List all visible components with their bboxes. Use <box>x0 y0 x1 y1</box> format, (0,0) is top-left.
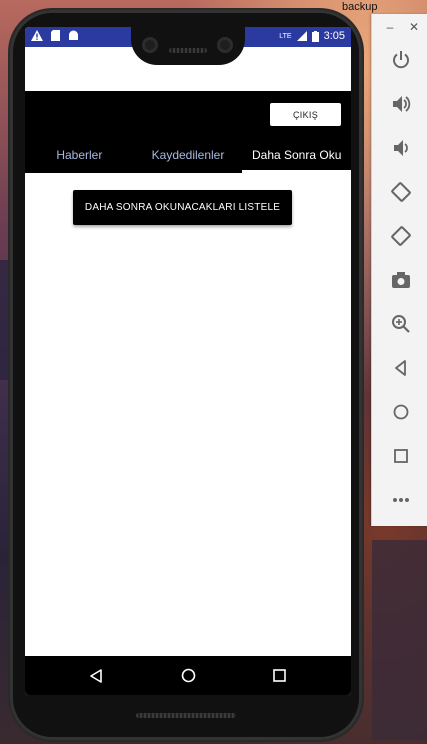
exit-button[interactable]: ÇIKIŞ <box>270 103 341 126</box>
nav-back-button[interactable] <box>66 656 126 695</box>
list-read-later-button[interactable]: DAHA SONRA OKUNACAKLARI LISTELE <box>73 190 292 225</box>
volume-down-button[interactable] <box>390 137 412 159</box>
clock: 3:05 <box>323 30 345 42</box>
recents-icon <box>272 669 286 682</box>
app-screen: LTE 3:05 ÇIKIŞ Haberler Kaydedilenler Da… <box>25 27 351 695</box>
home-icon <box>393 404 409 420</box>
back-icon <box>90 668 102 683</box>
minimize-button[interactable]: – <box>382 20 398 34</box>
nav-recents-button[interactable] <box>249 656 309 695</box>
signal-icon <box>296 31 307 41</box>
earpiece-speaker <box>169 48 207 53</box>
emulator-toolbar: – ✕ <box>371 14 427 526</box>
home-icon <box>181 668 195 683</box>
rotate-left-button[interactable] <box>390 181 412 203</box>
back-icon <box>395 360 406 376</box>
android-nav-bar <box>25 656 351 695</box>
emulator-window-controls: – ✕ <box>372 20 427 36</box>
front-camera <box>142 37 158 53</box>
front-camera-2 <box>217 37 233 53</box>
android-icon <box>69 30 78 40</box>
power-button[interactable] <box>390 49 412 71</box>
battery-icon <box>311 30 319 42</box>
more-options-button[interactable] <box>390 489 412 511</box>
camera-notch <box>131 27 245 65</box>
rotate-right-button[interactable] <box>390 225 412 247</box>
tab-bar: Haberler Kaydedilenler Daha Sonra Oku <box>25 137 351 173</box>
tab-haberler[interactable]: Haberler <box>25 137 134 173</box>
tab-daha-sonra-oku[interactable]: Daha Sonra Oku <box>242 137 351 173</box>
overview-icon <box>394 449 408 463</box>
rotate-right-icon <box>391 226 411 246</box>
network-label: LTE <box>279 32 292 40</box>
status-left <box>31 30 79 41</box>
emulator-back-button[interactable] <box>390 357 412 379</box>
warning-icon <box>31 30 43 41</box>
volume-up-button[interactable] <box>390 93 412 115</box>
window-title: backup <box>342 1 378 13</box>
volume-down-icon <box>394 140 408 156</box>
zoom-button[interactable] <box>390 313 412 335</box>
camera-icon <box>392 272 410 288</box>
wallpaper-block <box>372 540 427 740</box>
screenshot-button[interactable] <box>390 269 412 291</box>
rotate-left-icon <box>391 182 411 202</box>
more-icon <box>393 498 409 502</box>
close-button[interactable]: ✕ <box>406 20 422 34</box>
tab-kaydedilenler[interactable]: Kaydedilenler <box>134 137 243 173</box>
emulator-home-button[interactable] <box>390 401 412 423</box>
nav-home-button[interactable] <box>158 656 218 695</box>
power-icon <box>393 51 409 69</box>
emulator-overview-button[interactable] <box>390 445 412 467</box>
zoom-icon <box>392 315 410 333</box>
phone-bottom-speaker <box>136 713 236 718</box>
status-right: LTE 3:05 <box>279 30 345 42</box>
volume-up-icon <box>393 96 411 112</box>
sd-card-icon <box>51 30 60 41</box>
